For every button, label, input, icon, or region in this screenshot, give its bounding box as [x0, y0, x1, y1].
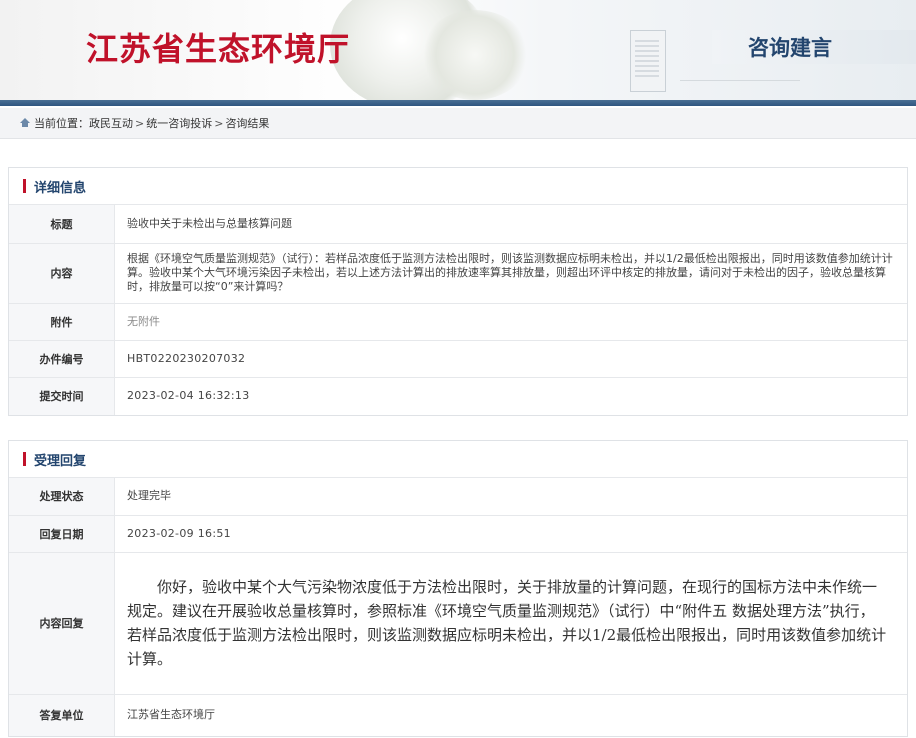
details-panel-title: 详细信息	[34, 180, 87, 196]
row-label: 回复日期	[9, 514, 115, 552]
home-icon	[20, 118, 30, 128]
reply-panel-title: 受理回复	[34, 453, 87, 469]
breadcrumb-item-result[interactable]: 咨询结果	[225, 115, 269, 131]
breadcrumb-prefix: 当前位置：	[34, 117, 89, 130]
row-label: 处理状态	[9, 478, 115, 515]
status-value: 处理完毕	[127, 489, 171, 503]
reply-panel-header: 受理回复	[9, 441, 907, 478]
reply-date-value: 2023-02-09 16:51	[114, 514, 907, 552]
breadcrumb-item-zhengmin[interactable]: 政民互动	[89, 115, 133, 131]
table-row: 处理状态 处理完毕	[9, 478, 907, 515]
attachment-value: 无附件	[114, 302, 907, 340]
table-row: 办件编号 HBT0220230207032	[9, 339, 907, 377]
reply-unit-value: 江苏省生态环境厅	[114, 693, 907, 736]
row-label: 答复单位	[9, 693, 115, 736]
submit-time-value: 2023-02-04 16:32:13	[114, 376, 907, 415]
row-label: 办件编号	[9, 339, 115, 377]
row-label: 内容回复	[9, 551, 115, 694]
section-marker	[23, 452, 26, 466]
table-row: 附件 无附件	[9, 302, 907, 340]
table-row: 内容 根据《环境空气质量监测规范》（试行）：若样品浓度低于监测方法检出限时，则该…	[9, 242, 907, 303]
row-label: 内容	[9, 242, 115, 303]
table-row: 标题 验收中关于未检出与总量核算问题	[9, 205, 907, 243]
header-banner: 江苏省生态环境厅 咨询建言	[0, 0, 916, 100]
building-decoration-icon	[630, 30, 666, 92]
breadcrumb: 当前位置： 政民互动 > 统一咨询投诉 > 咨询结果	[0, 108, 916, 139]
details-table: 标题 验收中关于未检出与总量核算问题 内容 根据《环境空气质量监测规范》（试行）…	[9, 205, 907, 415]
details-panel-header: 详细信息	[9, 168, 907, 205]
site-title[interactable]: 江苏省生态环境厅	[86, 24, 350, 70]
table-row: 回复日期 2023-02-09 16:51	[9, 514, 907, 552]
flower-decoration-secondary	[420, 10, 530, 100]
reply-content-value: 你好，验收中某个大气污染物浓度低于方法检出限时，关于排放量的计算问题，在现行的国…	[114, 551, 907, 694]
breadcrumb-separator: >	[135, 116, 145, 130]
case-number-value: HBT0220230207032	[114, 339, 907, 377]
table-row: 答复单位 江苏省生态环境厅	[9, 693, 907, 736]
section-marker	[23, 179, 26, 193]
row-label: 标题	[9, 205, 115, 243]
header-divider-bar	[0, 100, 916, 106]
breadcrumb-item-consult[interactable]: 统一咨询投诉	[146, 115, 212, 131]
table-row: 内容回复 你好，验收中某个大气污染物浓度低于方法检出限时，关于排放量的计算问题，…	[9, 551, 907, 694]
title-value: 验收中关于未检出与总量核算问题	[127, 216, 292, 230]
content-value: 根据《环境空气质量监测规范》（试行）：若样品浓度低于监测方法检出限时，则该监测数…	[114, 242, 907, 303]
breadcrumb-separator: >	[214, 116, 224, 130]
section-tab: 咨询建言	[712, 30, 916, 64]
row-label: 提交时间	[9, 376, 115, 415]
reply-table: 处理状态 处理完毕 回复日期 2023-02-09 16:51 内容回复 你好，…	[9, 478, 907, 736]
table-row: 提交时间 2023-02-04 16:32:13	[9, 376, 907, 415]
row-label: 附件	[9, 302, 115, 340]
details-panel: 详细信息 标题 验收中关于未检出与总量核算问题 内容 根据《环境空气质量监测规范…	[8, 167, 908, 416]
section-tab-label: 咨询建言	[748, 36, 832, 60]
reply-panel: 受理回复 处理状态 处理完毕 回复日期 2023-02-09 16:51 内容回…	[8, 440, 908, 737]
